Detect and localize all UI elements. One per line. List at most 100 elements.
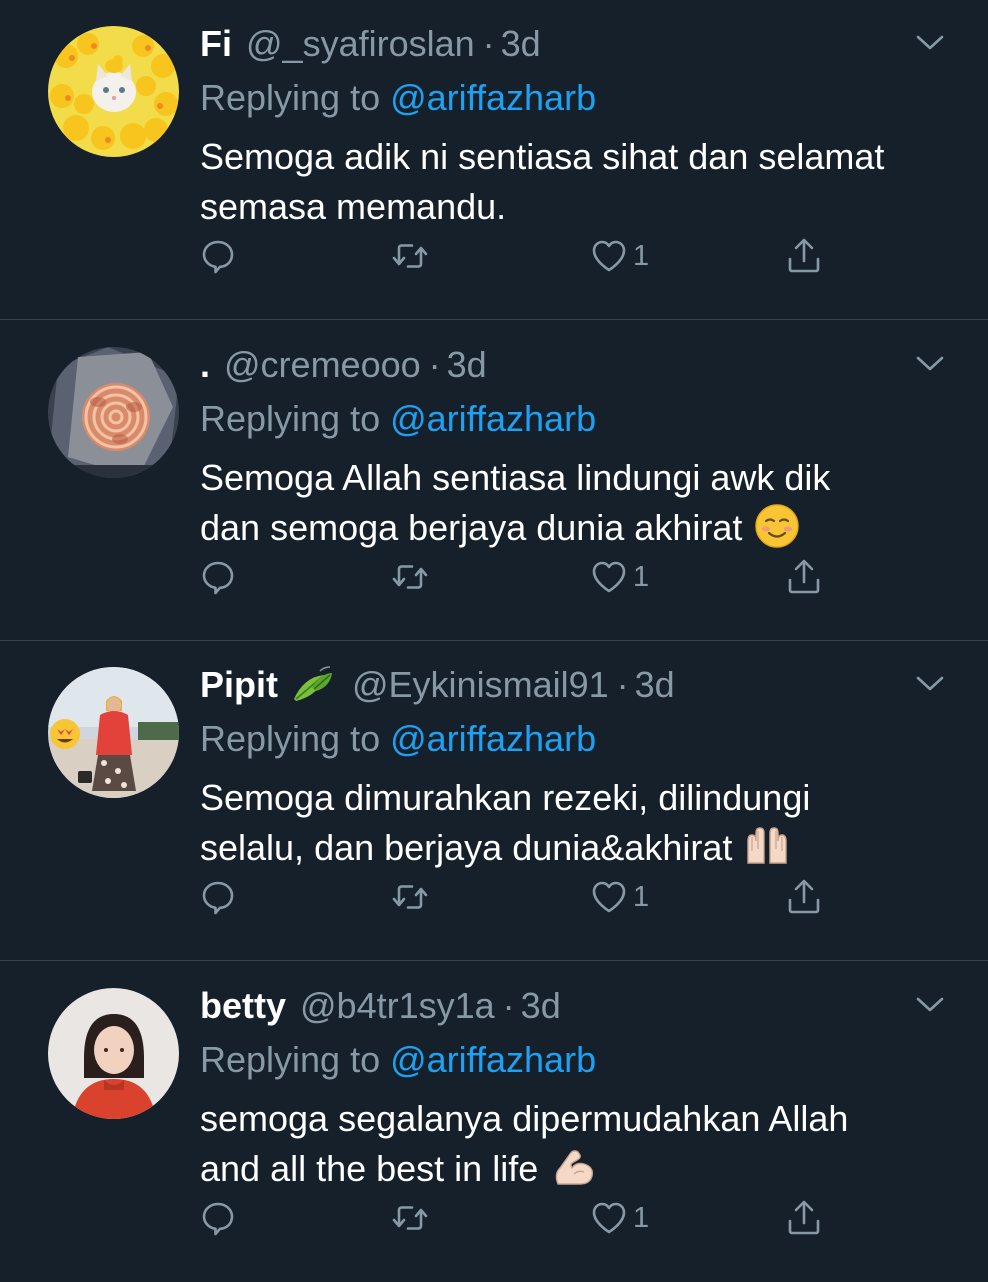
like-button[interactable]: 1 — [589, 1198, 649, 1238]
reply-button[interactable] — [198, 557, 238, 597]
chevron-down-icon[interactable] — [912, 671, 948, 695]
timestamp[interactable]: 3d — [501, 22, 541, 66]
tweet-text-line: Semoga Allah sentiasa lindungi awk dik — [200, 457, 831, 498]
replying-to: Replying to @ariffazharb — [200, 717, 596, 761]
like-count: 1 — [633, 560, 650, 593]
replying-prefix: Replying to — [200, 718, 391, 759]
replying-prefix: Replying to — [200, 1039, 391, 1080]
tweet-text-line: selalu, dan berjaya dunia&akhirat — [200, 823, 940, 873]
display-name[interactable]: Pipit — [200, 663, 278, 707]
like-button[interactable]: 1 — [589, 877, 649, 917]
mention-link[interactable]: @ariffazharb — [390, 77, 596, 118]
retweet-icon — [392, 244, 428, 268]
tweet-text-line: and all the best in life — [200, 1144, 940, 1194]
replying-to: Replying to @ariffazharb — [200, 397, 596, 441]
tweet-text-line: Semoga dimurahkan rezeki, dilindungi — [200, 777, 811, 818]
flexed-biceps-emoji — [555, 1150, 594, 1185]
like-button[interactable]: 1 — [589, 236, 649, 276]
tweet[interactable]: . @cremeooo · 3d Replying to @ariffazhar… — [0, 321, 988, 641]
share-icon — [788, 1200, 820, 1235]
tweet-text: semoga segalanya dipermudahkan Allah and… — [200, 1094, 940, 1194]
share-button[interactable] — [784, 236, 824, 276]
like-count: 1 — [633, 1201, 650, 1234]
separator-dot: · — [482, 23, 495, 64]
share-button[interactable] — [784, 1198, 824, 1238]
heart-icon — [592, 881, 626, 913]
reply-button[interactable] — [198, 236, 238, 276]
action-bar: 1 — [0, 553, 988, 601]
palms-up-emoji — [747, 827, 788, 864]
user-handle[interactable]: @_syafiroslan — [246, 22, 475, 66]
action-bar: 1 — [0, 873, 988, 921]
divider — [0, 959, 988, 961]
replying-to: Replying to @ariffazharb — [200, 76, 596, 120]
display-name[interactable]: betty — [200, 984, 286, 1028]
retweet-button[interactable] — [390, 557, 430, 597]
retweet-icon — [392, 1206, 428, 1230]
divider — [0, 318, 988, 320]
reply-icon — [202, 881, 234, 915]
like-count: 1 — [633, 880, 650, 913]
tweet-text: Semoga dimurahkan rezeki, dilindungi sel… — [200, 773, 940, 873]
display-name[interactable]: . — [200, 343, 210, 387]
tweet-text-line: Semoga adik ni sentiasa sihat dan selama… — [200, 136, 885, 177]
share-button[interactable] — [784, 557, 824, 597]
timestamp[interactable]: 3d — [447, 343, 487, 387]
tweet[interactable]: Fi @_syafiroslan · 3d Replying to @ariff… — [0, 0, 988, 320]
replying-to: Replying to @ariffazharb — [200, 1038, 596, 1082]
share-button[interactable] — [784, 877, 824, 917]
user-handle[interactable]: @cremeooo — [224, 343, 421, 387]
mention-link[interactable]: @ariffazharb — [390, 718, 596, 759]
avatar[interactable] — [48, 667, 179, 798]
share-icon — [788, 559, 820, 594]
share-icon — [788, 879, 820, 914]
reply-feed: Fi @_syafiroslan · 3d Replying to @ariff… — [0, 0, 988, 1280]
retweet-button[interactable] — [390, 877, 430, 917]
retweet-icon — [392, 565, 428, 589]
reply-button[interactable] — [198, 1198, 238, 1238]
heart-icon — [592, 561, 626, 593]
tweet[interactable]: Pipit @Eykinismail91 · 3d Replying to @a… — [0, 641, 988, 961]
tweet-text-line-content: dan semoga berjaya dunia akhirat — [200, 507, 743, 548]
separator-dot: · — [428, 344, 441, 385]
chevron-down-icon[interactable] — [912, 992, 948, 1016]
retweet-button[interactable] — [390, 1198, 430, 1238]
avatar[interactable] — [48, 26, 179, 157]
reply-button[interactable] — [198, 877, 238, 917]
reply-icon — [202, 1202, 234, 1236]
leaves-emoji — [294, 666, 332, 701]
tweet-text: Semoga Allah sentiasa lindungi awk dik d… — [200, 453, 940, 553]
mention-link[interactable]: @ariffazharb — [390, 1039, 596, 1080]
tweet-text-line-content: selalu, dan berjaya dunia&akhirat — [200, 827, 733, 868]
chevron-down-icon[interactable] — [912, 351, 948, 375]
chevron-down-icon[interactable] — [912, 30, 948, 54]
tweet-text-line: semasa memandu. — [200, 186, 507, 227]
tweet-text-line: semoga segalanya dipermudahkan Allah — [200, 1098, 849, 1139]
separator-dot: · — [616, 664, 629, 705]
heart-icon — [592, 240, 626, 272]
retweet-button[interactable] — [390, 236, 430, 276]
replying-prefix: Replying to — [200, 77, 391, 118]
display-name[interactable]: Fi — [200, 22, 232, 66]
heart-icon — [592, 1202, 626, 1234]
user-handle[interactable]: @b4tr1sy1a — [300, 984, 495, 1028]
avatar[interactable] — [48, 988, 179, 1119]
like-button[interactable]: 1 — [589, 557, 649, 597]
tweet[interactable]: betty @b4tr1sy1a · 3d Replying to @ariff… — [0, 962, 988, 1282]
mention-link[interactable]: @ariffazharb — [390, 398, 596, 439]
reply-icon — [202, 561, 234, 595]
tweet-text-line-content: and all the best in life — [200, 1148, 539, 1189]
action-bar: 1 — [0, 232, 988, 280]
action-bar: 1 — [0, 1194, 988, 1242]
retweet-icon — [392, 885, 428, 909]
replying-prefix: Replying to — [200, 398, 391, 439]
smiling-face-emoji — [755, 504, 800, 548]
reply-icon — [202, 240, 234, 274]
avatar[interactable] — [48, 347, 179, 478]
timestamp[interactable]: 3d — [635, 663, 675, 707]
timestamp[interactable]: 3d — [521, 984, 561, 1028]
user-handle[interactable]: @Eykinismail91 — [352, 663, 609, 707]
tweet-text: Semoga adik ni sentiasa sihat dan selama… — [200, 132, 940, 232]
share-icon — [788, 238, 820, 273]
separator-dot: · — [502, 985, 515, 1026]
